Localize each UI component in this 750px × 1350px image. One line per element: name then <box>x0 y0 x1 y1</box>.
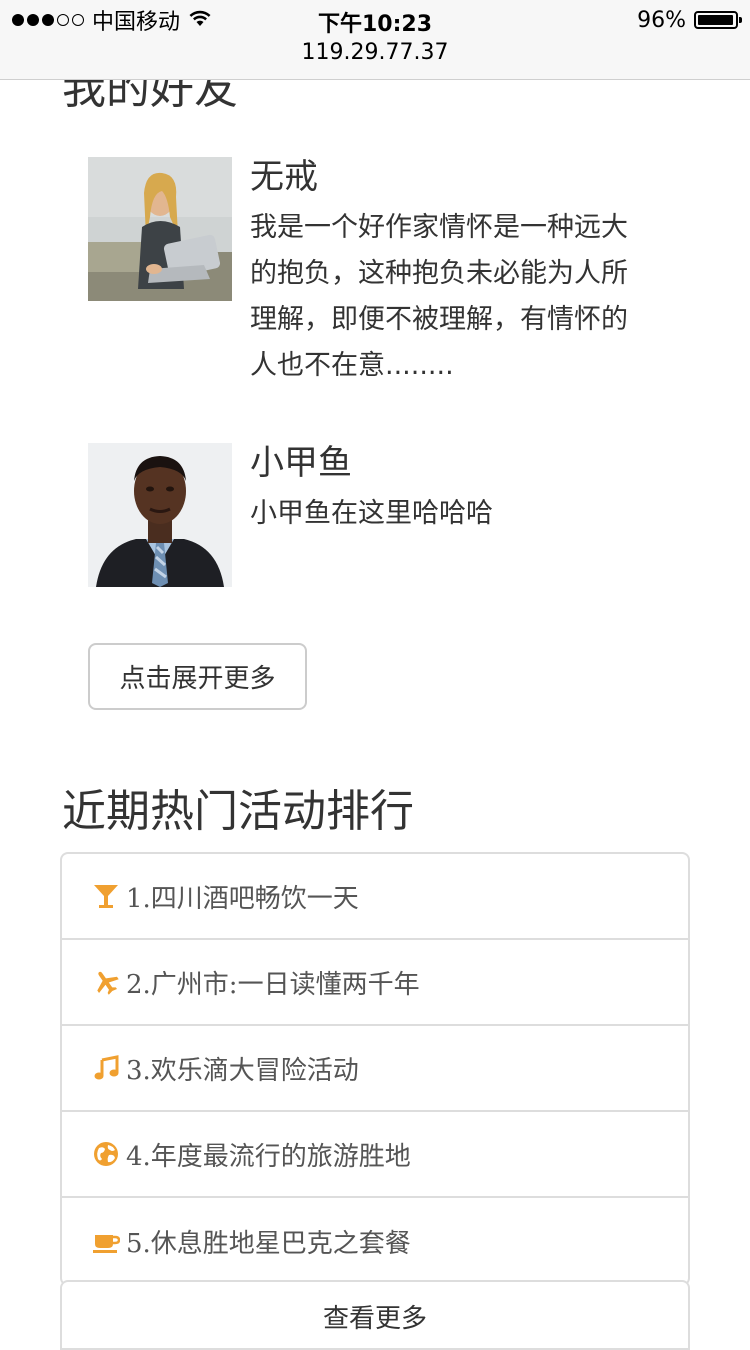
friend-avatar[interactable] <box>88 157 232 301</box>
activity-label: 2.广州市:一日读懂两千年 <box>126 969 420 1000</box>
list-item[interactable]: 1.四川酒吧畅饮一天 <box>62 854 688 940</box>
music-note-icon <box>92 1054 120 1082</box>
activity-label: 3.欢乐滴大冒险活动 <box>126 1055 359 1086</box>
expand-more-button[interactable]: 点击展开更多 <box>88 643 307 710</box>
friend-name: 小甲鱼 <box>250 443 352 483</box>
list-item[interactable]: 2.广州市:一日读懂两千年 <box>62 940 688 1026</box>
hot-activities-list: 1.四川酒吧畅饮一天 2.广州市:一日读懂两千年 3.欢乐滴大冒险活动 4.年度… <box>60 852 690 1286</box>
list-item[interactable]: 5.休息胜地星巴克之套餐 <box>62 1198 688 1284</box>
view-more-button[interactable]: 查看更多 <box>60 1280 690 1350</box>
list-item[interactable]: 4.年度最流行的旅游胜地 <box>62 1112 688 1198</box>
battery-icon <box>694 11 742 29</box>
plane-icon <box>92 968 120 996</box>
hot-activities-title: 近期热门活动排行 <box>62 786 414 837</box>
address-bar-url[interactable]: 119.29.77.37 <box>0 40 750 65</box>
coffee-cup-icon <box>92 1227 120 1255</box>
friend-description: 小甲鱼在这里哈哈哈 <box>250 498 493 529</box>
status-right: 96% <box>637 6 742 34</box>
globe-icon <box>92 1140 120 1168</box>
battery-percent: 96% <box>637 7 686 33</box>
list-item[interactable]: 3.欢乐滴大冒险活动 <box>62 1026 688 1112</box>
friend-avatar[interactable] <box>88 443 232 587</box>
activity-label: 1.四川酒吧畅饮一天 <box>126 883 359 914</box>
friend-description: 我是一个好作家情怀是一种远大的抱负，这种抱负未必能为人所理解，即便不被理解，有情… <box>250 212 628 381</box>
browser-top-bar: 中国移动 下午10:23 96% 119.29.77.37 <box>0 0 750 80</box>
activity-label: 4.年度最流行的旅游胜地 <box>126 1141 411 1172</box>
cocktail-glass-icon <box>92 882 120 910</box>
activity-label: 5.休息胜地星巴克之套餐 <box>126 1228 411 1259</box>
friend-name: 无戒 <box>250 157 318 197</box>
